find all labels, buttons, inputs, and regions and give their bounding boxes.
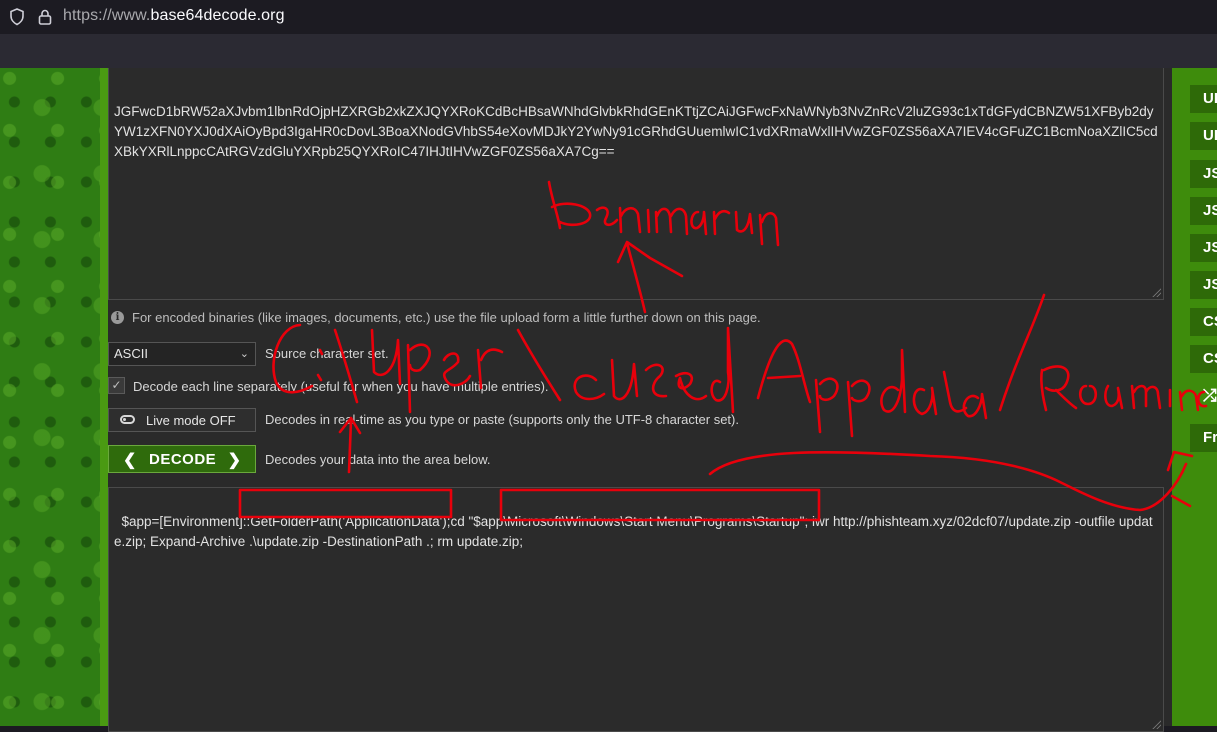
- sidebar-link-5[interactable]: JS: [1190, 234, 1217, 262]
- sidebar-link-4[interactable]: JS: [1190, 197, 1217, 225]
- toggle-icon: [120, 415, 135, 424]
- decode-lines-label: Decode each line separately (useful for …: [133, 379, 549, 394]
- sidebar-link-7[interactable]: CS: [1190, 308, 1217, 336]
- sidebar-link-9[interactable]: Fr: [1190, 424, 1217, 452]
- address-bar[interactable]: https://www.base64decode.org: [0, 0, 1217, 34]
- shuffle-icon[interactable]: ⤮: [1190, 382, 1217, 410]
- sidebar-link-1[interactable]: UI: [1190, 85, 1217, 113]
- live-mode-button[interactable]: Live mode OFF: [108, 408, 256, 432]
- decoded-output[interactable]: $app=[Environment]::GetFolderPath('Appli…: [108, 487, 1164, 732]
- sidebar-link-6[interactable]: JS: [1190, 271, 1217, 299]
- chevron-down-icon: ⌄: [239, 348, 249, 360]
- live-mode-label: Live mode OFF: [146, 413, 236, 428]
- info-note: i For encoded binaries (like images, doc…: [111, 310, 761, 325]
- sidebar-link-8[interactable]: CS: [1190, 345, 1217, 373]
- chevron-right-icon: ❯: [227, 452, 241, 469]
- url-text[interactable]: https://www.base64decode.org: [63, 7, 285, 25]
- decode-description: Decodes your data into the area below.: [265, 452, 491, 467]
- charset-value: ASCII: [114, 346, 148, 361]
- resize-handle[interactable]: [1151, 719, 1161, 729]
- decorative-pattern: [0, 68, 100, 726]
- tracking-shield-icon[interactable]: [9, 8, 25, 26]
- info-icon: i: [111, 311, 124, 324]
- resize-handle[interactable]: [1151, 287, 1161, 297]
- sidebar-link-3[interactable]: JS: [1190, 160, 1217, 188]
- encoded-input[interactable]: JGFwcD1bRW52aXJvbm1lbnRdOjpHZXRGb2xkZXJQ…: [108, 68, 1164, 300]
- charset-select[interactable]: ASCII ⌄: [108, 342, 256, 366]
- charset-label: Source character set.: [265, 346, 389, 361]
- live-mode-description: Decodes in real-time as you type or past…: [265, 412, 739, 427]
- bookmarks-bar: [0, 34, 1217, 68]
- decoded-text: $app=[Environment]::GetFolderPath('Appli…: [114, 514, 1153, 549]
- chevron-left-icon: ❮: [123, 452, 137, 469]
- decode-button[interactable]: ❮ DECODE ❯: [108, 445, 256, 473]
- decode-label: DECODE: [149, 451, 217, 468]
- lock-icon[interactable]: [37, 8, 53, 26]
- sidebar-link-2[interactable]: UI: [1190, 122, 1217, 150]
- info-text: For encoded binaries (like images, docum…: [132, 310, 761, 325]
- decode-lines-checkbox[interactable]: ✓: [108, 377, 125, 394]
- green-border: [100, 68, 108, 726]
- check-icon: ✓: [111, 378, 122, 392]
- encoded-text: JGFwcD1bRW52aXJvbm1lbnRdOjpHZXRGb2xkZXJQ…: [114, 104, 1158, 159]
